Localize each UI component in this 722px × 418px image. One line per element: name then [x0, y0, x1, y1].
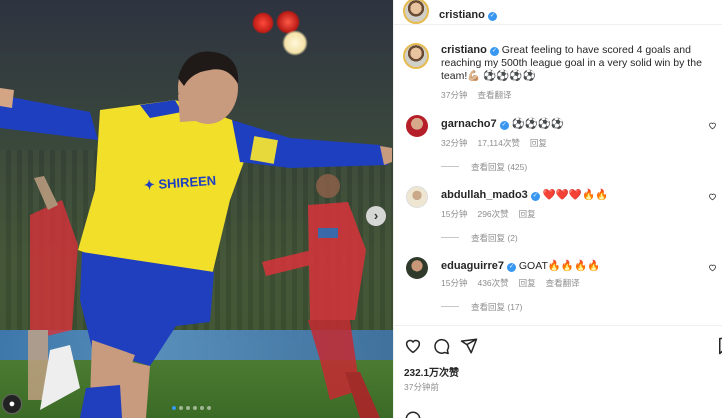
caption-username[interactable]: cristiano [441, 44, 487, 56]
replies-divider [441, 237, 459, 238]
comment-username[interactable]: eduaguirre7 [441, 260, 504, 272]
comment-likes[interactable]: 17,114次赞 [477, 138, 519, 148]
carousel-dot [207, 406, 211, 410]
comment-reply-button[interactable]: 回复 [519, 209, 536, 219]
comment-body: eduaguirre7 ✓ GOAT🔥🔥🔥🔥 [441, 260, 600, 273]
comment-likes[interactable]: 436次赞 [477, 278, 508, 288]
emoji-icon[interactable] [404, 410, 422, 418]
verified-badge-icon: ✓ [499, 121, 509, 130]
post-media[interactable]: ✦ SHIREEN › ● [0, 0, 393, 418]
carousel-dot-active [172, 406, 176, 410]
comment-username[interactable]: garnacho7 [441, 118, 497, 130]
comment-body: garnacho7 ✓ ⚽⚽⚽⚽ [441, 118, 564, 131]
commenter-avatar[interactable] [406, 257, 428, 279]
comment-time: 32分钟 [441, 138, 468, 148]
comment-meta: 15分钟 296次赞 回复 [441, 208, 546, 220]
verified-badge-icon: ✓ [530, 192, 540, 201]
carousel-indicator [172, 406, 211, 410]
comment-text: ❤️❤️❤️🔥🔥 [542, 189, 609, 201]
post-timestamp: 37分钟前 [404, 382, 439, 392]
heart-icon[interactable] [708, 192, 717, 201]
like-count[interactable]: 232.1万次赞 [404, 364, 459, 379]
carousel-dot [179, 406, 183, 410]
comment-time: 15分钟 [441, 209, 468, 219]
caption-body: cristiano ✓ Great feeling to have scored … [441, 44, 717, 83]
carousel-dot [186, 406, 190, 410]
comment-text: ⚽⚽⚽⚽ [511, 118, 564, 130]
author-row: cristiano ✓ [439, 5, 497, 23]
comment-bubble-icon[interactable] [432, 337, 450, 355]
author-avatar[interactable] [403, 0, 429, 24]
comment-body: abdullah_mado3 ✓ ❤️❤️❤️🔥🔥 [441, 189, 608, 202]
caption-time: 37分钟 [441, 90, 468, 100]
replies-divider [441, 166, 459, 167]
view-replies-label: 查看回复 (425) [471, 162, 528, 172]
author-username[interactable]: cristiano [439, 9, 485, 21]
next-image-button[interactable]: › [366, 206, 386, 226]
heart-icon[interactable] [708, 263, 717, 272]
post-header: cristiano ✓ [394, 0, 722, 25]
comment-time: 15分钟 [441, 278, 468, 288]
share-send-icon[interactable] [460, 337, 478, 355]
comment-likes[interactable]: 296次赞 [477, 209, 508, 219]
player-illustration: ✦ SHIREEN [0, 51, 392, 418]
carousel-dot [200, 406, 204, 410]
comment-text: GOAT🔥🔥🔥🔥 [518, 260, 601, 272]
tagged-users-icon[interactable]: ● [2, 394, 22, 414]
heart-icon[interactable] [708, 121, 717, 130]
caption-translate-link[interactable]: 查看翻译 [477, 90, 511, 100]
comment-meta: 32分钟 17,114次赞 回复 [441, 137, 557, 149]
comment-meta: 15分钟 436次赞 回复 查看翻译 [441, 277, 590, 289]
comment-reply-button[interactable]: 回复 [519, 278, 536, 288]
verified-badge-icon: ✓ [489, 47, 499, 56]
post-actions: 232.1万次赞 37分钟前 [394, 325, 722, 418]
bookmark-icon[interactable] [716, 337, 722, 355]
view-replies-button[interactable]: 查看回复 (2) [441, 232, 518, 244]
caption-meta: 37分钟 查看翻译 [441, 89, 521, 101]
view-replies-button[interactable]: 查看回复 (17) [441, 301, 522, 313]
verified-badge-icon: ✓ [506, 263, 516, 272]
commenter-avatar[interactable] [406, 115, 428, 137]
post-details-panel: cristiano ✓ cristiano ✓ Great feeling to h… [393, 0, 722, 418]
comment-translate-link[interactable]: 查看翻译 [546, 278, 580, 288]
commenter-avatar[interactable] [406, 186, 428, 208]
verified-badge-icon: ✓ [487, 12, 497, 21]
view-replies-button[interactable]: 查看回复 (425) [441, 161, 527, 173]
view-replies-label: 查看回复 (2) [471, 233, 518, 243]
caption-author-avatar[interactable] [403, 43, 429, 69]
comment-reply-button[interactable]: 回复 [530, 138, 547, 148]
comment-username[interactable]: abdullah_mado3 [441, 189, 528, 201]
view-replies-label: 查看回复 (17) [471, 302, 523, 312]
replies-divider [441, 306, 459, 307]
like-heart-icon[interactable] [404, 337, 422, 355]
carousel-dot [193, 406, 197, 410]
